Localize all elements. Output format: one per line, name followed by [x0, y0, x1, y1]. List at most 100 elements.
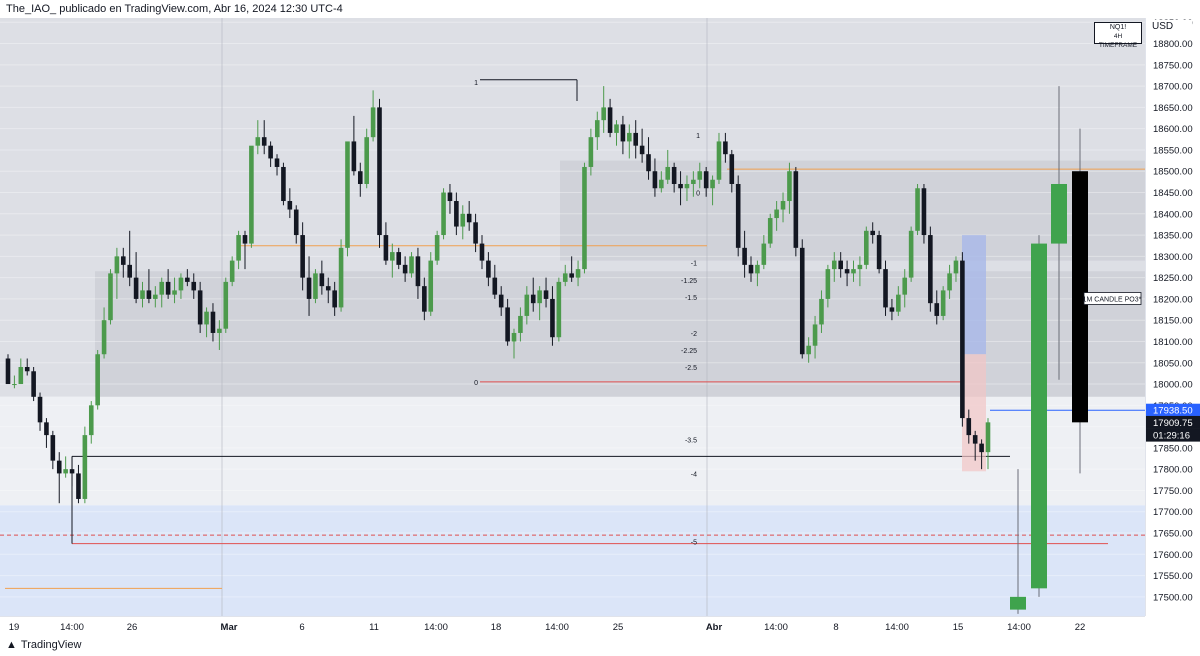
time-tick-label: 14:00	[424, 622, 448, 633]
currency-label[interactable]: USD	[1152, 20, 1192, 34]
candle-body	[18, 367, 24, 385]
fib-level-label: -1	[691, 261, 697, 268]
candle-body	[838, 260, 843, 270]
price-tick-label: 18100.00	[1153, 337, 1193, 348]
price-tick-label: 18000.00	[1153, 380, 1193, 391]
candle-body	[217, 328, 222, 333]
price-tick-label: 18750.00	[1153, 60, 1193, 71]
candle-body	[159, 281, 165, 295]
price-tick-label: 18050.00	[1153, 358, 1193, 369]
chart-pane[interactable]: 1 1 0 -1 -1.25 -1.5 -2 -2.25 -2.5 0 -3.5 -4 -5 1M CAN…	[0, 18, 1145, 616]
candle-body	[370, 107, 376, 138]
time-tick-label: 15	[953, 622, 964, 633]
candle-body	[972, 435, 978, 444]
candle-body	[185, 277, 190, 282]
time-tick-label: 8	[833, 622, 838, 633]
candle-body	[742, 247, 747, 265]
candle-body	[774, 209, 779, 219]
candle-body	[255, 137, 261, 146]
price-tick-label: 18400.00	[1153, 209, 1193, 220]
tradingview-logo[interactable]: ▲ TradingView	[6, 634, 81, 656]
candle-body	[492, 277, 498, 295]
candle-body	[12, 384, 17, 386]
candle-body	[793, 171, 799, 248]
tradingview-chart-window: The_IAO_ publicado en TradingView.com, A…	[0, 0, 1200, 656]
candle-body	[146, 290, 152, 299]
candle-body	[614, 124, 619, 133]
candle-body	[76, 473, 81, 499]
time-tick-label: 22	[1075, 622, 1086, 633]
candlestick-chart[interactable]: 1 1 0 -1 -1.25 -1.5 -2 -2.25 -2.5 0 -3.5 -4 -5 1M CAN…	[0, 18, 1145, 616]
price-tick-label: 18300.00	[1153, 252, 1193, 263]
symbol-label: NQ1!	[1109, 24, 1127, 31]
candle-body	[960, 260, 965, 419]
candle-body	[396, 252, 402, 265]
candle-body	[889, 307, 895, 312]
candle-body	[864, 230, 869, 265]
candle-body	[383, 235, 389, 261]
candle-body	[357, 171, 363, 184]
candle-body	[902, 277, 908, 295]
candle-body	[120, 256, 126, 265]
time-tick-label: 14:00	[60, 622, 84, 633]
candle-body	[703, 171, 709, 189]
candle-body	[543, 290, 549, 299]
candle-body	[441, 192, 446, 236]
price-tick-label: 18150.00	[1153, 316, 1193, 327]
candle-body	[390, 252, 395, 261]
candle-body	[665, 166, 671, 180]
candle-body	[114, 256, 120, 274]
candle-body	[178, 277, 184, 291]
candle-body	[966, 418, 972, 436]
candle-body	[409, 256, 414, 274]
time-axis[interactable]: 19 14:00 26 Mar 6 11 14:00 18 14:00 25 Abr 14:00 8 14…	[0, 616, 1145, 635]
price-tick-label: 18250.00	[1153, 273, 1193, 284]
candle-body	[851, 269, 856, 274]
time-tick-label: 19	[9, 622, 20, 633]
fib-level-label: -2.5	[685, 365, 697, 372]
price-tick-label: 18450.00	[1153, 188, 1193, 199]
candle-body	[140, 290, 145, 299]
candle-body	[268, 145, 273, 159]
candle-body	[473, 222, 478, 244]
candle-body	[479, 243, 485, 261]
candle-body	[985, 422, 991, 453]
time-tick-label: 25	[613, 622, 624, 633]
candle-body	[723, 141, 728, 155]
brand-label: TradingView	[20, 639, 82, 651]
price-tick-label: 18200.00	[1153, 294, 1193, 305]
candle-body	[761, 243, 767, 265]
candle-body	[191, 281, 197, 291]
price-tick-label: 18800.00	[1153, 39, 1193, 50]
candle-body	[607, 107, 613, 133]
fib-level-label: -1.25	[681, 278, 697, 285]
fib-level-label: -1.5	[685, 295, 697, 302]
target-box	[962, 235, 986, 355]
candle-body	[562, 273, 568, 282]
price-tick-label: 17600.00	[1153, 550, 1193, 561]
candle-body	[524, 294, 530, 316]
time-tick-label: 14:00	[545, 622, 569, 633]
candle-body	[69, 469, 75, 474]
candle-body	[678, 183, 683, 189]
candle-body	[300, 235, 305, 278]
candle-body	[953, 260, 959, 274]
candle-body	[172, 290, 177, 295]
candle-body	[50, 435, 56, 461]
candle-body	[332, 290, 337, 308]
candle-body	[671, 166, 677, 184]
candle-body	[466, 213, 472, 223]
candle-body	[249, 145, 254, 244]
candle-body	[434, 235, 440, 261]
candle-body	[716, 141, 722, 180]
fib-level-label: -2.25	[681, 348, 697, 355]
price-tick-label: 17500.00	[1153, 592, 1193, 603]
footer-bar: ▲ TradingView	[0, 634, 1200, 656]
candle-body	[530, 294, 536, 304]
candle-body	[511, 332, 517, 342]
candle-body	[601, 107, 606, 121]
candle-body	[402, 264, 408, 274]
candle-body	[306, 277, 312, 299]
price-axis[interactable]: 18850.0018800.0018750.0018700.0018650.00…	[1145, 18, 1200, 616]
price-tick-label: 17850.00	[1153, 443, 1193, 454]
